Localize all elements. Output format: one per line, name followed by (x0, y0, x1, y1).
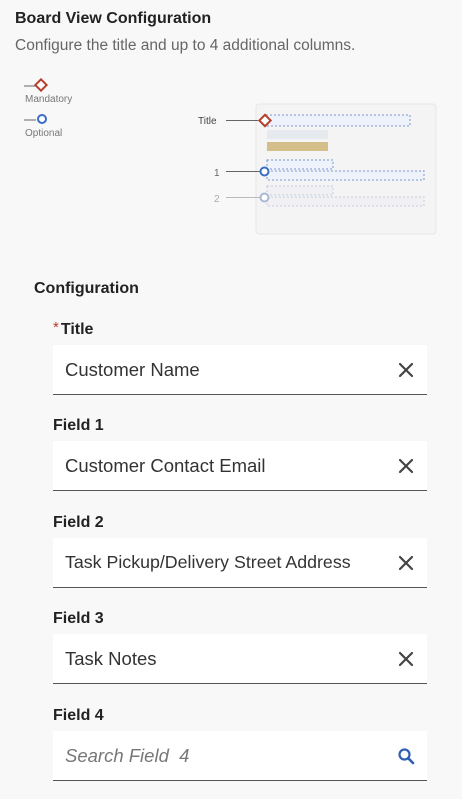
legend: Mandatory Optional (22, 78, 102, 146)
close-icon[interactable] (397, 554, 415, 572)
row1-marker-circle (259, 166, 270, 177)
row1-placeholder-bottom (266, 170, 425, 181)
field-3-input[interactable] (53, 634, 383, 683)
field-2-label: Field 2 (53, 514, 104, 531)
close-icon[interactable] (397, 650, 415, 668)
close-icon[interactable] (397, 361, 415, 379)
board-preview-diagram: Title 1 2 (198, 103, 437, 235)
close-icon[interactable] (397, 457, 415, 475)
title-input[interactable] (53, 345, 383, 394)
diagram-row1-label: 1 (214, 168, 220, 179)
field-1-input[interactable] (53, 441, 383, 490)
field-4-input-box (53, 731, 427, 781)
field-2: Field 2 (53, 514, 427, 588)
field-1: Field 1 (53, 417, 427, 491)
field-4-search-input[interactable] (53, 731, 383, 780)
legend-optional-label: Optional (25, 128, 63, 139)
legend-optional: Optional (22, 112, 102, 146)
diamond-icon (24, 78, 49, 93)
field-2-input-box (53, 538, 427, 588)
preview-line-tan (267, 142, 328, 151)
row2-marker-circle (259, 192, 270, 203)
legend-mandatory-label: Mandatory (25, 94, 73, 105)
field-3-label: Field 3 (53, 610, 104, 627)
field-1-label: Field 1 (53, 417, 104, 434)
diagram-row2-label: 2 (214, 194, 220, 205)
field-3-input-box (53, 634, 427, 684)
configuration-heading: Configuration (34, 280, 139, 297)
preview-line-grey (267, 130, 328, 139)
field-3: Field 3 (53, 610, 427, 684)
circle-icon (24, 114, 47, 124)
page-title: Board View Configuration (15, 10, 212, 27)
row2-placeholder-top (266, 185, 334, 196)
search-icon[interactable] (397, 747, 415, 765)
title-field-label: * Title (53, 319, 427, 345)
field-4: Field 4 (53, 707, 427, 781)
title-input-box (53, 345, 427, 395)
field-2-input[interactable] (53, 538, 383, 587)
diagram-title-label: Title (198, 116, 217, 127)
row1-placeholder-top (266, 159, 334, 170)
row2-placeholder-bottom (266, 196, 425, 207)
page-subtitle: Configure the title and up to 4 addition… (15, 37, 356, 54)
title-placeholder-box (265, 114, 411, 127)
field-4-label: Field 4 (53, 707, 104, 724)
required-marker: * (53, 319, 59, 336)
legend-mandatory: Mandatory (22, 78, 102, 112)
title-field: * Title (53, 319, 427, 395)
title-field-label-text: Title (60, 321, 94, 338)
field-1-input-box (53, 441, 427, 491)
